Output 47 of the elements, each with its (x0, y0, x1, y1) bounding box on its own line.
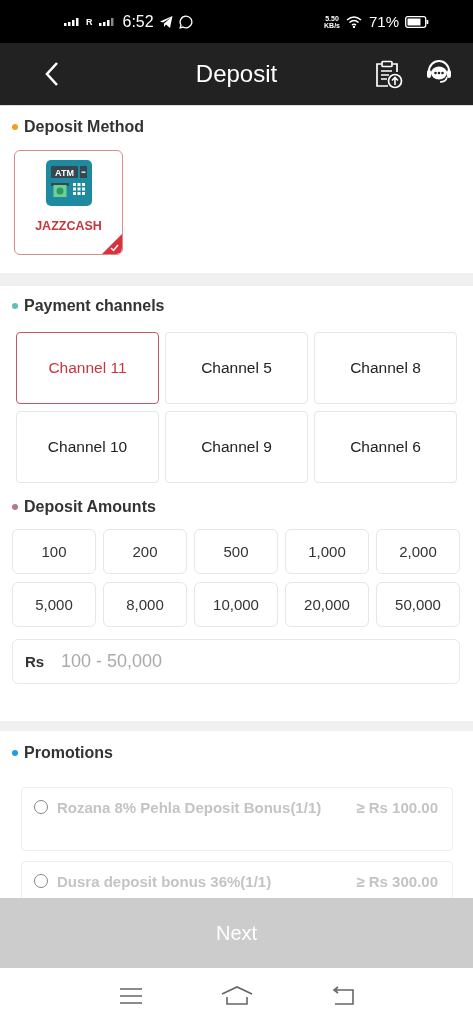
channel-option[interactable]: Channel 6 (314, 411, 457, 483)
bullet-dot (12, 303, 18, 309)
carrier-label: R (86, 16, 93, 27)
promotion-name: Dusra deposit bonus 36%(1/1) (57, 873, 273, 890)
channel-option[interactable]: Channel 8 (314, 332, 457, 404)
channel-option[interactable]: Channel 10 (16, 411, 159, 483)
signal-icon (98, 17, 115, 26)
back-button[interactable] (44, 61, 60, 87)
wifi-icon (345, 15, 363, 28)
page-title: Deposit (195, 60, 278, 87)
channel-option[interactable]: Channel 5 (165, 332, 308, 404)
amount-option[interactable]: 20,000 (285, 582, 369, 627)
amount-option[interactable]: 2,000 (376, 529, 460, 574)
channel-option[interactable]: Channel 9 (165, 411, 308, 483)
paper-plane-icon (159, 15, 173, 28)
check-corner-icon (102, 234, 122, 254)
bullet-dot (12, 504, 18, 510)
section-title: Deposit Method (24, 118, 144, 136)
battery-percent: 71% (368, 13, 399, 30)
back-icon[interactable] (330, 986, 355, 1006)
promotion-minimum: ≥ Rs 100.00 (356, 799, 438, 816)
amount-option[interactable]: 200 (103, 529, 187, 574)
bullet-dot (12, 124, 18, 130)
promotion-name: Rozana 8% Pehla Deposit Bonus(1/1) (57, 799, 323, 816)
section-title: Payment channels (24, 297, 165, 315)
amount-option[interactable]: 50,000 (376, 582, 460, 627)
menu-icon[interactable] (118, 987, 143, 1005)
payment-method-tile[interactable]: ATM JAZZCASH (14, 150, 123, 255)
amount-option[interactable]: 5,000 (12, 582, 96, 627)
bullet-dot (12, 750, 18, 756)
currency-label: Rs (25, 653, 45, 670)
signal-icon (64, 17, 80, 26)
clipboard-upload-icon[interactable] (373, 59, 403, 89)
amount-option[interactable]: 10,000 (194, 582, 278, 627)
section-title: Promotions (24, 744, 113, 762)
amount-option[interactable]: 500 (194, 529, 278, 574)
amount-option[interactable]: 8,000 (103, 582, 187, 627)
clock-time: 6:52 (122, 12, 154, 31)
amount-option[interactable]: 1,000 (285, 529, 369, 574)
battery-icon (405, 15, 429, 28)
channel-option[interactable]: Channel 11 (16, 332, 159, 404)
promotion-minimum: ≥ Rs 300.00 (356, 873, 438, 890)
amount-option[interactable]: 100 (12, 529, 96, 574)
atm-icon: ATM (45, 160, 92, 206)
section-title: Deposit Amounts (24, 498, 156, 516)
chat-bubble-icon (178, 14, 193, 29)
home-icon[interactable] (219, 985, 254, 1007)
